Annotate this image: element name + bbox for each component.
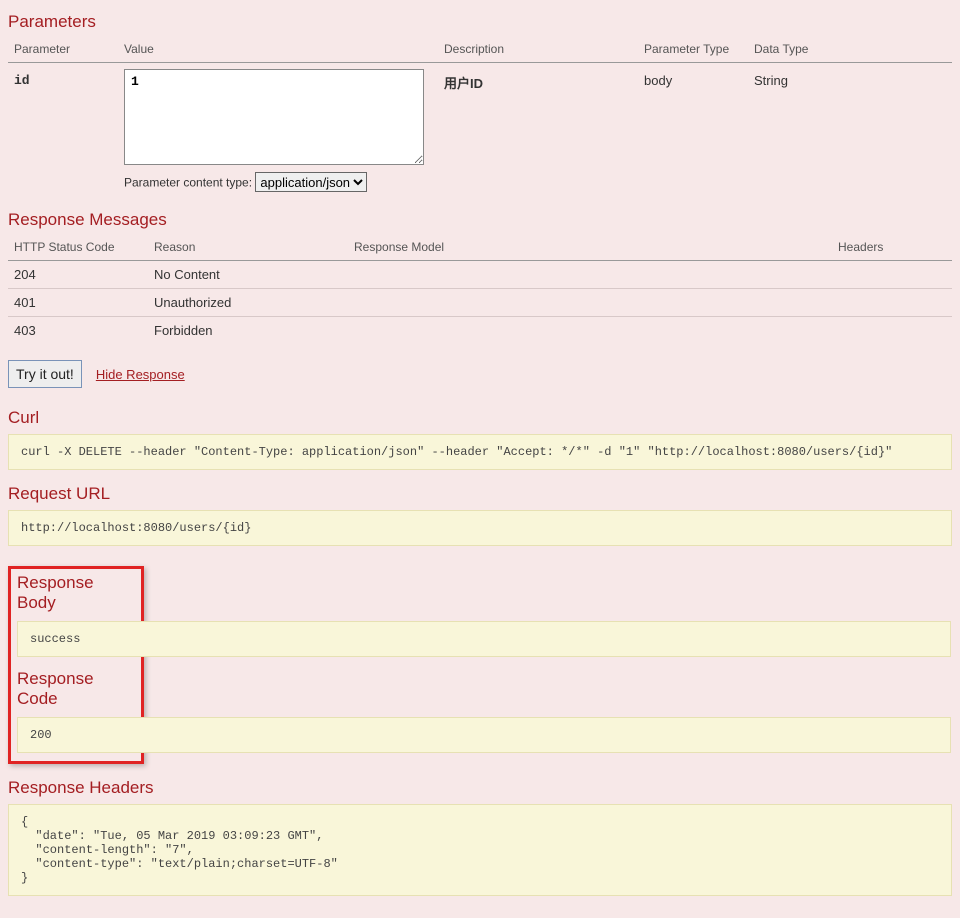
parameters-header-parameter: Parameter bbox=[8, 38, 118, 63]
parameter-type: body bbox=[638, 63, 748, 199]
resp-msg-header-model: Response Model bbox=[348, 236, 832, 261]
hide-response-link[interactable]: Hide Response bbox=[96, 367, 185, 382]
resp-reason: No Content bbox=[148, 261, 348, 289]
response-message-row: 401 Unauthorized bbox=[8, 289, 952, 317]
response-headers-title: Response Headers bbox=[8, 778, 952, 798]
response-message-row: 204 No Content bbox=[8, 261, 952, 289]
resp-msg-header-reason: Reason bbox=[148, 236, 348, 261]
resp-code: 403 bbox=[8, 317, 148, 345]
response-body-block: success bbox=[17, 621, 951, 657]
curl-title: Curl bbox=[8, 408, 952, 428]
content-type-label: Parameter content type: bbox=[124, 176, 252, 190]
response-highlight-box: Response Body success Response Code 200 bbox=[8, 566, 144, 764]
request-url-title: Request URL bbox=[8, 484, 952, 504]
response-headers-block: { "date": "Tue, 05 Mar 2019 03:09:23 GMT… bbox=[8, 804, 952, 896]
response-code-title: Response Code bbox=[17, 669, 135, 709]
response-messages-table: HTTP Status Code Reason Response Model H… bbox=[8, 236, 952, 344]
parameters-title: Parameters bbox=[8, 12, 952, 32]
content-type-select[interactable]: application/json bbox=[255, 172, 367, 192]
resp-msg-header-code: HTTP Status Code bbox=[8, 236, 148, 261]
resp-msg-header-headers: Headers bbox=[832, 236, 952, 261]
parameters-header-description: Description bbox=[438, 38, 638, 63]
parameter-name: id bbox=[8, 63, 118, 199]
resp-code: 204 bbox=[8, 261, 148, 289]
parameter-description: 用户ID bbox=[438, 63, 638, 199]
parameter-row: id Parameter content type: application/j… bbox=[8, 63, 952, 199]
curl-block: curl -X DELETE --header "Content-Type: a… bbox=[8, 434, 952, 470]
parameter-datatype: String bbox=[748, 63, 952, 199]
try-it-out-button[interactable]: Try it out! bbox=[8, 360, 82, 388]
resp-reason: Unauthorized bbox=[148, 289, 348, 317]
response-body-title: Response Body bbox=[17, 573, 135, 613]
resp-reason: Forbidden bbox=[148, 317, 348, 345]
parameters-header-value: Value bbox=[118, 38, 438, 63]
response-messages-title: Response Messages bbox=[8, 210, 952, 230]
parameters-table: Parameter Value Description Parameter Ty… bbox=[8, 38, 952, 198]
response-code-block: 200 bbox=[17, 717, 951, 753]
request-url-block: http://localhost:8080/users/{id} bbox=[8, 510, 952, 546]
parameters-header-dtype: Data Type bbox=[748, 38, 952, 63]
response-message-row: 403 Forbidden bbox=[8, 317, 952, 345]
resp-code: 401 bbox=[8, 289, 148, 317]
parameter-value-input[interactable] bbox=[124, 69, 424, 165]
parameters-header-ptype: Parameter Type bbox=[638, 38, 748, 63]
